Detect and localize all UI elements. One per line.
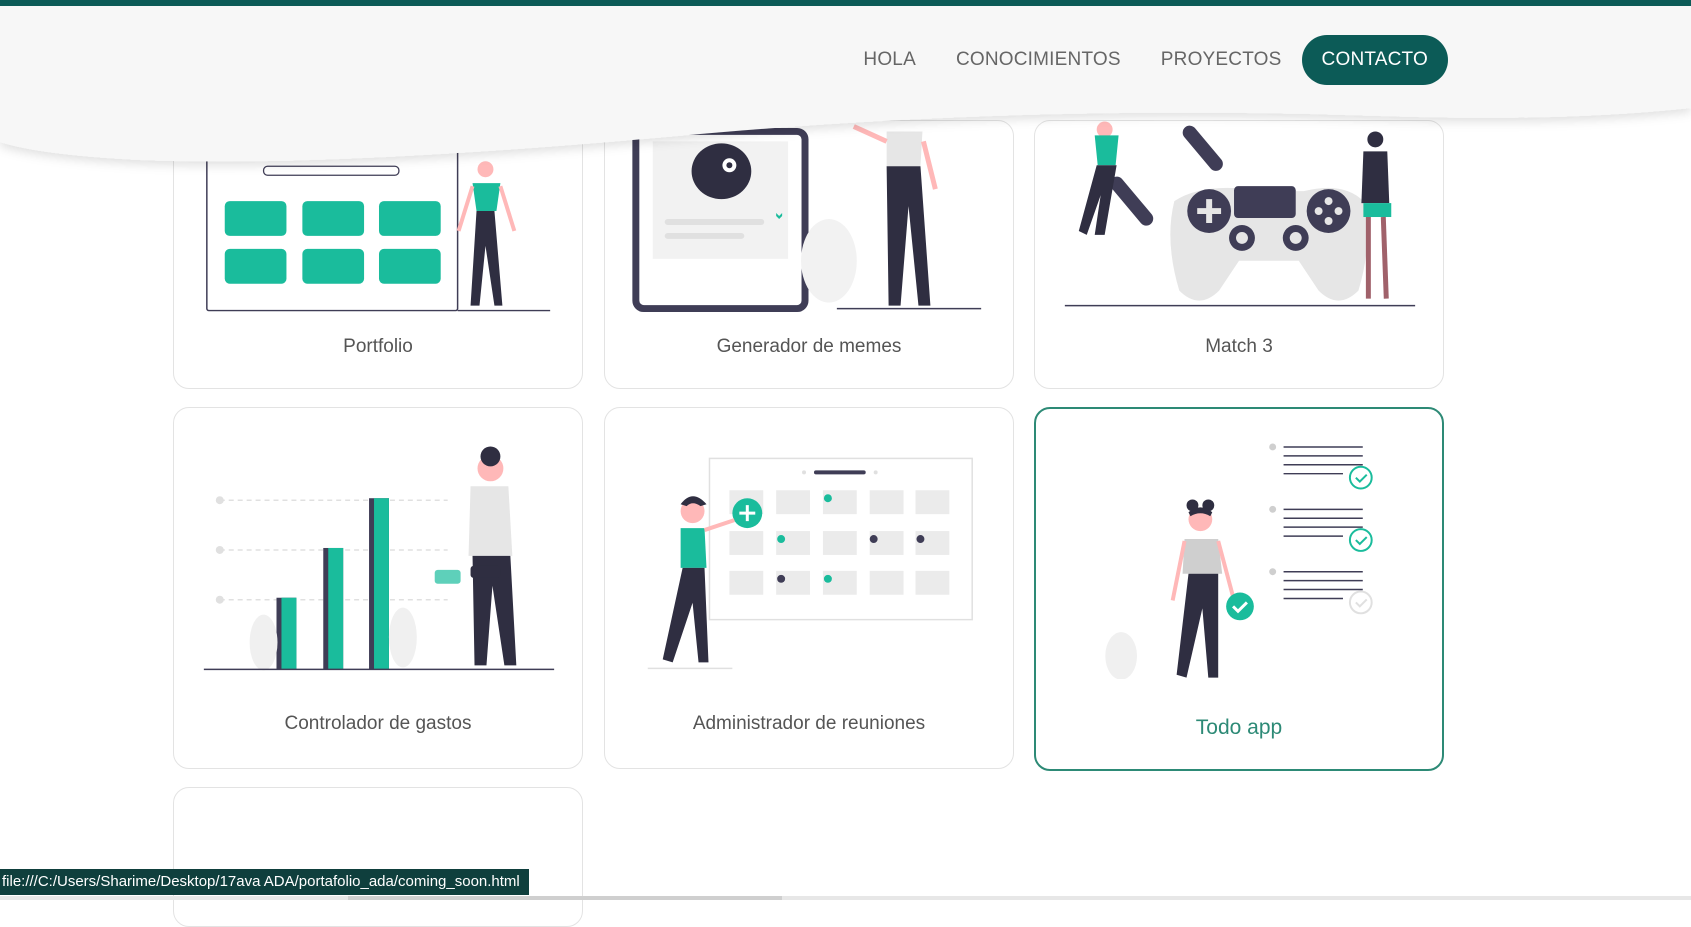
project-title: Controlador de gastos — [284, 713, 472, 734]
match3-illustration — [1064, 121, 1416, 307]
main-nav: HOLA CONOCIMIENTOS PROYECTOS CONTACTO — [843, 35, 1448, 85]
horizontal-scrollbar[interactable] — [0, 896, 1691, 900]
contact-button[interactable]: CONTACTO — [1301, 35, 1448, 85]
project-title: Generador de memes — [716, 336, 902, 357]
project-card-administrador-de-reuniones[interactable]: Administrador de reuniones — [604, 407, 1014, 769]
nav-link-conocimientos[interactable]: CONOCIMIENTOS — [936, 35, 1141, 85]
project-title: Administrador de reuniones — [692, 713, 926, 734]
todo-illustration — [1105, 443, 1373, 679]
gastos-illustration — [203, 446, 555, 671]
portfolio-illustration — [206, 140, 551, 312]
project-card-controlador-de-gastos[interactable]: Controlador de gastos — [173, 407, 583, 769]
project-card-todo-app[interactable]: Todo app — [1034, 407, 1444, 771]
top-accent-line — [0, 0, 1691, 6]
project-title: Todo app — [1195, 716, 1283, 739]
project-title: Match 3 — [1205, 336, 1273, 357]
project-card-portfolio[interactable]: Portfolio — [173, 120, 583, 389]
status-bar-url: file:///C:/Users/Sharime/Desktop/17ava A… — [0, 869, 529, 895]
project-card-match-3[interactable]: Match 3 — [1034, 120, 1444, 389]
project-card-coming-soon[interactable] — [173, 787, 583, 927]
scrollbar-thumb[interactable] — [348, 896, 782, 900]
nav-link-proyectos[interactable]: PROYECTOS — [1141, 35, 1302, 85]
reuniones-illustration — [647, 457, 973, 670]
memes-illustration — [632, 124, 982, 313]
nav-link-hola[interactable]: HOLA — [843, 35, 936, 85]
project-card-generador-de-memes[interactable]: Generador de memes — [604, 120, 1014, 389]
project-title: Portfolio — [343, 336, 413, 357]
